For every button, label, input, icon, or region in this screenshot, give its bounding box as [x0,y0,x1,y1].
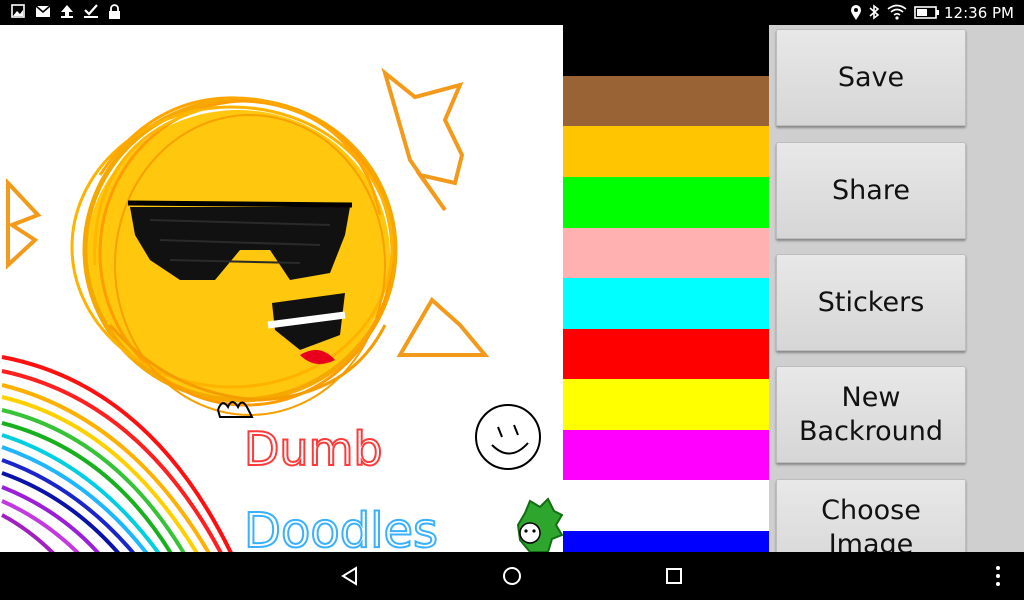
location-icon [851,5,861,20]
color-swatch-1[interactable] [563,76,769,126]
recents-icon[interactable] [660,552,688,600]
download-done-icon [84,4,98,18]
wifi-icon [887,4,907,20]
drawing-canvas[interactable]: Dumb Doodles [0,25,563,552]
color-swatch-7[interactable] [563,379,769,430]
color-swatch-2[interactable] [563,126,769,177]
share-button[interactable]: Share [776,142,966,239]
smiley-doodle [475,404,541,470]
back-icon[interactable] [336,552,364,600]
color-swatch-0[interactable] [563,25,769,76]
doodle-word-dumb: Dumb [244,422,383,476]
bluetooth-icon [869,4,880,20]
mail-icon [35,5,51,17]
upload-icon [61,5,73,18]
action-panel: Save Share Stickers New Backround Choose… [769,25,1024,552]
choose-image-button[interactable]: Choose Image [776,479,966,552]
battery-icon [914,6,939,19]
doodles-doodle-text: Doodles [244,503,438,552]
color-palette [563,25,769,552]
overflow-menu-icon[interactable] [988,552,1008,600]
color-swatch-4[interactable] [563,228,769,278]
image-icon [11,4,25,18]
color-swatch-5[interactable] [563,278,769,329]
dumb-doodle-text: Dumb [244,422,383,476]
new-background-button[interactable]: New Backround [776,366,966,463]
save-button[interactable]: Save [776,29,966,126]
color-swatch-3[interactable] [563,177,769,228]
color-swatch-9[interactable] [563,480,769,531]
color-swatch-6[interactable] [563,329,769,379]
lock-icon [109,4,120,19]
color-swatch-10[interactable] [563,531,769,552]
stickers-button[interactable]: Stickers [776,254,966,351]
clock: 12:36 PM [944,4,1014,22]
navigation-bar [0,552,1024,600]
home-icon[interactable] [498,552,526,600]
color-swatch-8[interactable] [563,430,769,480]
creature-doodle [516,497,563,552]
drawing-layer: Dumb Doodles [1,67,563,552]
status-bar: 12:36 PM [0,0,1024,25]
